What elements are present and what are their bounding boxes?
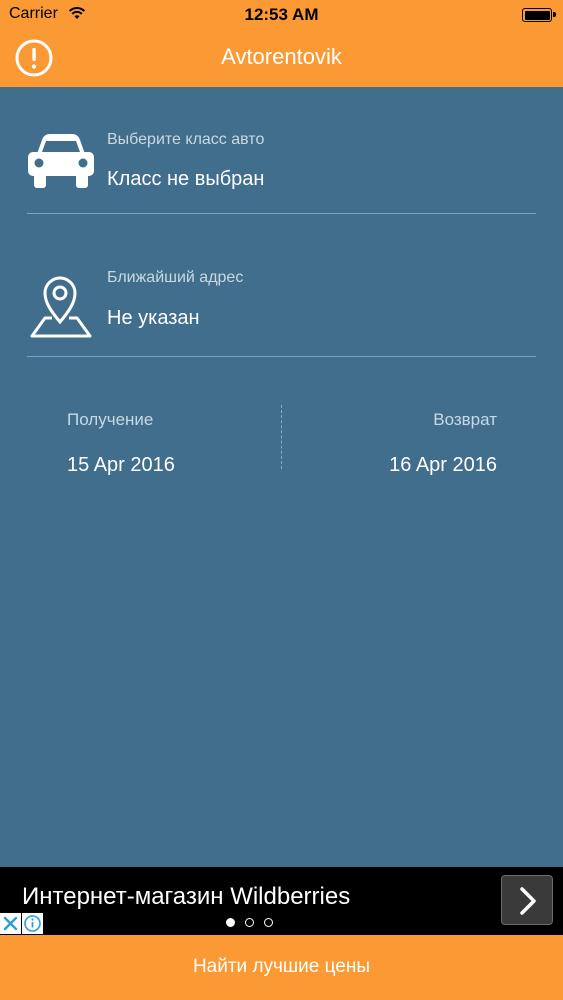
- page-dot: [264, 918, 273, 927]
- address-value: Не указан: [107, 307, 200, 329]
- pickup-label: Получение: [67, 410, 154, 429]
- address-row[interactable]: Ближайший адрес Не указан: [0, 250, 563, 350]
- pickup-value: 15 Apr 2016: [67, 454, 175, 476]
- date-separator: [281, 405, 282, 469]
- divider: [27, 356, 536, 357]
- address-label: Ближайший адрес: [107, 269, 244, 286]
- return-date[interactable]: Возврат 16 Apr 2016: [296, 395, 497, 476]
- car-icon: [28, 134, 94, 188]
- battery-icon: [522, 8, 556, 22]
- divider: [27, 213, 536, 214]
- status-bar: Carrier 12:53 AM: [0, 0, 563, 30]
- ad-text[interactable]: Интернет-магазин Wildberries: [22, 883, 350, 911]
- clock-time: 12:53 AM: [244, 5, 319, 24]
- ad-close-icon[interactable]: [0, 913, 21, 934]
- ad-info-icon[interactable]: [22, 913, 43, 934]
- ad-banner[interactable]: Интернет-магазин Wildberries: [0, 867, 563, 935]
- ad-arrow-button[interactable]: [501, 875, 553, 925]
- pickup-date[interactable]: Получение 15 Apr 2016: [67, 395, 267, 476]
- page-dot: [226, 918, 235, 927]
- ad-page-indicator: [224, 918, 284, 930]
- app-title: Avtorentovik: [221, 44, 342, 69]
- car-class-label: Выберите класс авто: [107, 131, 265, 148]
- location-pin-icon: [30, 276, 92, 338]
- return-label: Возврат: [433, 410, 497, 429]
- car-class-value: Класс не выбран: [107, 168, 265, 190]
- car-class-row[interactable]: Выберите класс авто Класс не выбран: [0, 110, 563, 210]
- chevron-right-icon: [520, 887, 536, 915]
- page-dot: [245, 918, 254, 927]
- return-value: 16 Apr 2016: [389, 454, 497, 476]
- nav-bar: Avtorentovik: [0, 30, 563, 87]
- find-best-prices-button[interactable]: Найти лучшие цены: [0, 935, 563, 1000]
